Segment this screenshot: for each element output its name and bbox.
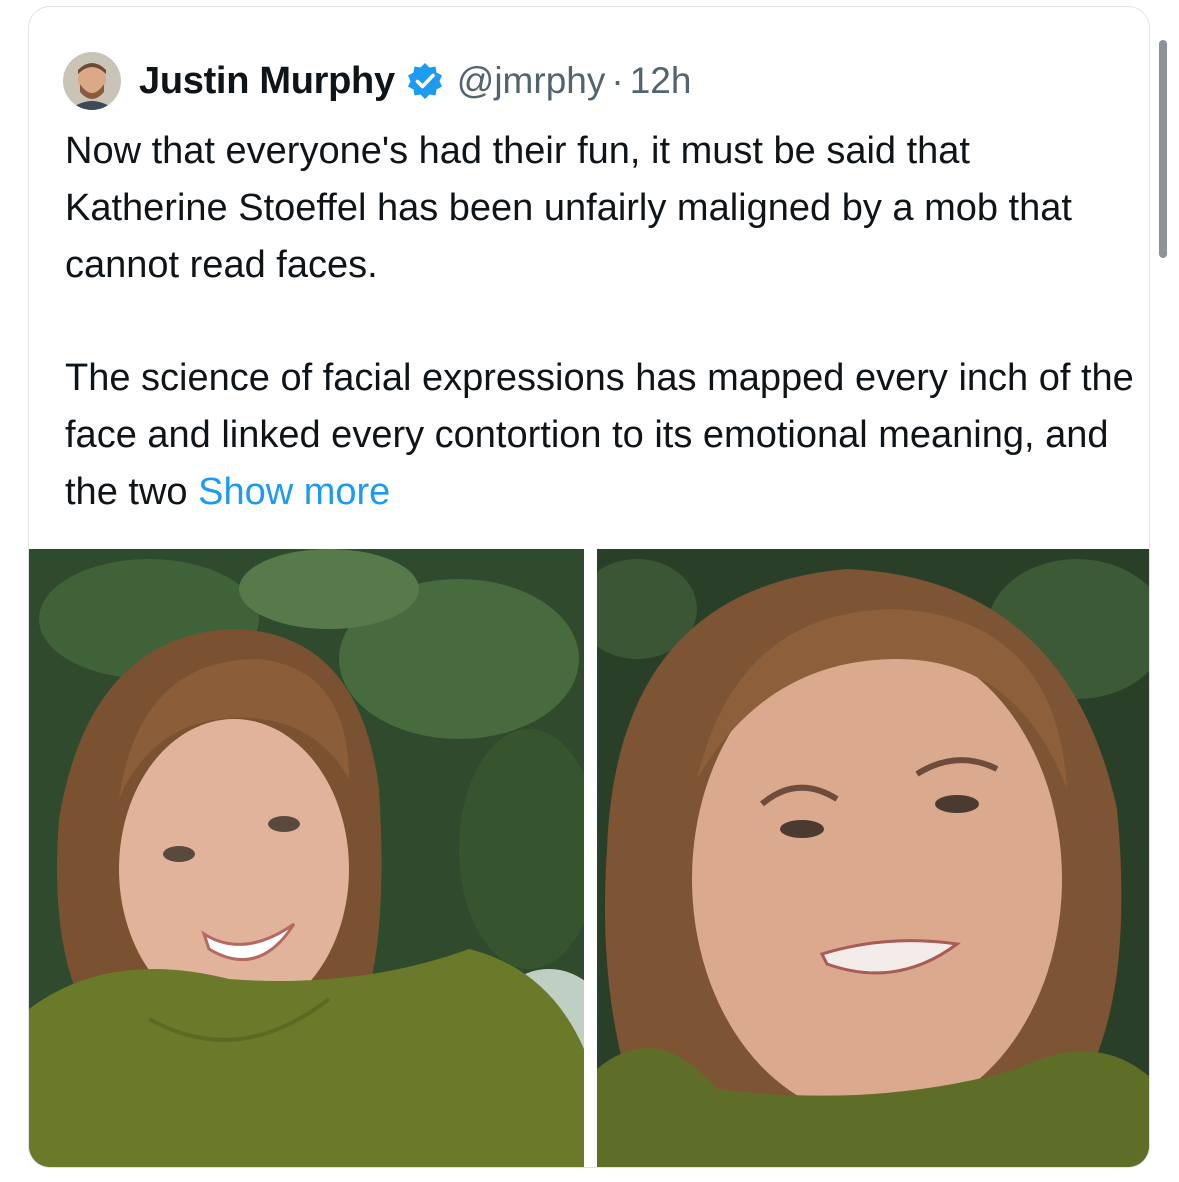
scrollbar[interactable]	[1159, 40, 1167, 258]
avatar[interactable]	[63, 52, 121, 110]
author-handle[interactable]: @jmrphy	[457, 60, 606, 102]
verified-badge-icon	[405, 61, 445, 101]
tweet-timestamp[interactable]: 12h	[630, 60, 692, 102]
tweet-paragraph-2: The science of facial expressions has ma…	[65, 350, 1135, 521]
separator-dot: ·	[611, 60, 624, 101]
tweet-media	[29, 549, 1149, 1167]
tweet-paragraph-1: Now that everyone's had their fun, it mu…	[65, 130, 1072, 286]
tweet-card[interactable]: Justin Murphy @jmrphy · 12h Now that eve…	[28, 6, 1150, 1168]
show-more-link[interactable]: Show more	[198, 471, 390, 513]
media-photo-1[interactable]	[29, 549, 584, 1167]
author-name[interactable]: Justin Murphy	[139, 60, 395, 103]
media-photo-2[interactable]	[596, 549, 1149, 1167]
tweet-text: Now that everyone's had their fun, it mu…	[65, 123, 1135, 521]
tweet-header: Justin Murphy @jmrphy · 12h	[63, 51, 691, 111]
